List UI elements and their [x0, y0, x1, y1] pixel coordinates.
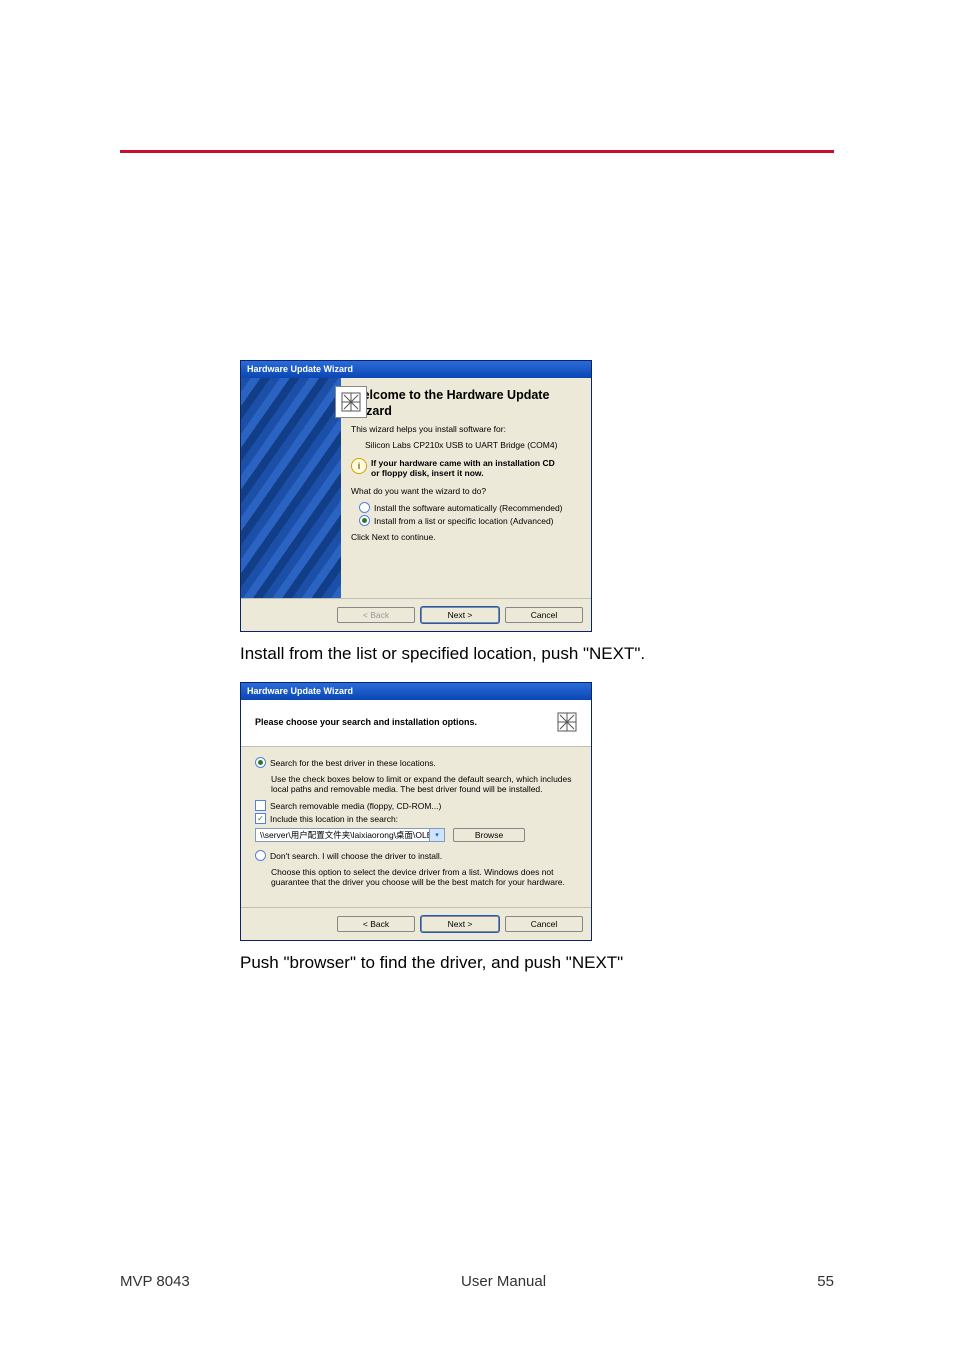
radio-dont-search-label: Don't search. I will choose the driver t…: [270, 851, 442, 861]
wizard2-titlebar: Hardware Update Wizard: [241, 683, 591, 700]
caption-1: Install from the list or specified locat…: [240, 644, 760, 664]
wizard1-title: Hardware Update Wizard: [247, 364, 353, 374]
wizard1-info-l1: If your hardware came with an installati…: [371, 458, 555, 468]
caption-2: Push "browser" to find the driver, and p…: [240, 953, 760, 973]
wizard1-heading-line2: Wizard: [351, 404, 583, 418]
wizard1-intro: This wizard helps you install software f…: [351, 424, 583, 434]
wizard1-info-l2: or floppy disk, insert it now.: [371, 468, 484, 478]
wizard2-desc2: Choose this option to select the device …: [271, 867, 577, 887]
radio-list-label: Install from a list or specific location…: [374, 516, 554, 526]
wizard2-back-button[interactable]: < Back: [337, 916, 415, 932]
radio-icon-checked: [359, 515, 370, 526]
header-rule: [120, 150, 834, 153]
wizard1-titlebar: Hardware Update Wizard: [241, 361, 591, 378]
wizard1-back-button: < Back: [337, 607, 415, 623]
checkbox-icon-unchecked: [255, 800, 266, 811]
path-value: \\server\用户配置文件夹\laixiaorong\桌面\OLED: [260, 829, 429, 841]
footer-title: User Manual: [461, 1273, 546, 1290]
wizard1-next-button[interactable]: Next >: [421, 607, 499, 623]
checkbox-removable-label: Search removable media (floppy, CD-ROM..…: [270, 801, 441, 811]
wizard2-next-button[interactable]: Next >: [421, 916, 499, 932]
wizard2-title: Hardware Update Wizard: [247, 686, 353, 696]
wizard1-sidebar-graphic: [241, 378, 341, 598]
radio-icon-checked: [255, 757, 266, 768]
wizard-search-options: Hardware Update Wizard Please choose you…: [240, 682, 592, 941]
wizard-welcome: Hardware Update Wizard Welcome to the Ha…: [240, 360, 592, 632]
hardware-chip-icon: [335, 386, 367, 418]
radio-dont-search[interactable]: Don't search. I will choose the driver t…: [255, 850, 577, 861]
footer-model: MVP 8043: [120, 1273, 190, 1290]
checkbox-include-location[interactable]: ✓ Include this location in the search:: [255, 813, 577, 824]
wizard2-header-text: Please choose your search and installati…: [255, 717, 477, 727]
hardware-chip-icon: [553, 708, 581, 736]
radio-auto-install[interactable]: Install the software automatically (Reco…: [359, 502, 583, 513]
checkbox-icon-checked: ✓: [255, 813, 266, 824]
radio-icon: [359, 502, 370, 513]
wizard1-heading-line1: Welcome to the Hardware Update: [351, 388, 583, 402]
path-combobox[interactable]: \\server\用户配置文件夹\laixiaorong\桌面\OLED ▾: [255, 828, 445, 842]
wizard1-device-name: Silicon Labs CP210x USB to UART Bridge (…: [365, 440, 583, 450]
radio-search-best[interactable]: Search for the best driver in these loca…: [255, 757, 577, 768]
page-footer: MVP 8043 User Manual 55: [120, 1273, 834, 1290]
radio-auto-label: Install the software automatically (Reco…: [374, 503, 563, 513]
checkbox-include-label: Include this location in the search:: [270, 814, 398, 824]
radio-icon: [255, 850, 266, 861]
browse-button[interactable]: Browse: [453, 828, 525, 842]
footer-page: 55: [817, 1273, 834, 1290]
wizard1-question: What do you want the wizard to do?: [351, 486, 583, 496]
checkbox-removable-media[interactable]: Search removable media (floppy, CD-ROM..…: [255, 800, 577, 811]
wizard2-cancel-button[interactable]: Cancel: [505, 916, 583, 932]
radio-list-location[interactable]: Install from a list or specific location…: [359, 515, 583, 526]
chevron-down-icon: ▾: [429, 829, 444, 841]
radio-search-best-label: Search for the best driver in these loca…: [270, 758, 436, 768]
info-bulb-icon: i: [351, 458, 367, 474]
wizard1-continue: Click Next to continue.: [351, 532, 583, 542]
wizard2-desc1: Use the check boxes below to limit or ex…: [271, 774, 577, 794]
wizard1-cancel-button[interactable]: Cancel: [505, 607, 583, 623]
